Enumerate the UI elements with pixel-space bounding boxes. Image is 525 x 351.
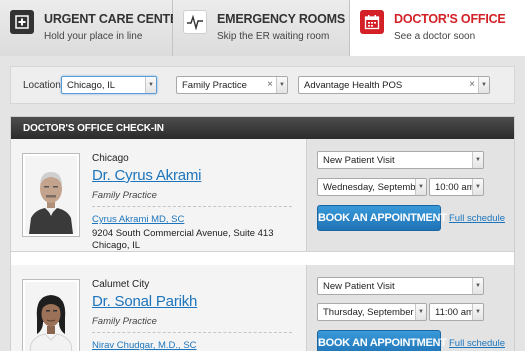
practice-link[interactable]: Cyrus Akrami MD, SC: [92, 214, 184, 225]
location-select[interactable]: Chicago, IL ▼: [61, 76, 157, 94]
chevron-down-icon: ▼: [472, 304, 483, 320]
doctors-office-checkin-section: DOCTOR'S OFFICE CHECK-IN Chicago Dr. Cyr…: [10, 116, 515, 351]
visit-type-select[interactable]: New Patient Visit ▼: [317, 277, 484, 295]
search-filter-bar: Location: Chicago, IL ▼ Family Practice …: [10, 66, 515, 104]
time-value: 10:00 am: [435, 182, 475, 193]
chevron-down-icon: ▼: [415, 304, 426, 320]
clear-insurance-icon[interactable]: ×: [469, 79, 475, 90]
doctor-name-link[interactable]: Dr. Cyrus Akrami: [92, 167, 202, 184]
chevron-down-icon: ▼: [415, 179, 426, 195]
divider: [92, 332, 292, 333]
tab-subtitle: Hold your place in line: [44, 31, 143, 42]
doctor-name-link[interactable]: Dr. Sonal Parikh: [92, 293, 197, 310]
time-select[interactable]: 11:00 am ▼: [429, 303, 484, 321]
doctor-photo: [22, 153, 80, 237]
date-value: Wednesday, September...: [323, 182, 427, 193]
specialty-value: Family Practice: [182, 80, 247, 91]
heartbeat-icon: [183, 10, 207, 34]
specialty-select[interactable]: Family Practice × ▼: [176, 76, 288, 94]
clear-specialty-icon[interactable]: ×: [267, 79, 273, 90]
section-title: DOCTOR'S OFFICE CHECK-IN: [11, 117, 514, 139]
chevron-down-icon: ▼: [472, 152, 483, 168]
tab-title: DOCTOR'S OFFICE: [394, 12, 506, 26]
visit-type-value: New Patient Visit: [323, 281, 395, 292]
date-select[interactable]: Thursday, September 20 ▼: [317, 303, 427, 321]
book-appointment-button[interactable]: BOOK AN APPOINTMENT: [317, 330, 447, 351]
insurance-select[interactable]: Advantage Health POS × ▼: [298, 76, 490, 94]
divider: [92, 206, 292, 207]
tab-subtitle: Skip the ER waiting room: [217, 31, 330, 42]
doctor-card: Calumet City Dr. Sonal Parikh Family Pra…: [11, 265, 514, 351]
location-value: Chicago, IL: [67, 80, 116, 91]
address-line: 9204 South Commercial Avenue, Suite 413: [92, 228, 274, 239]
doctor-city: Calumet City: [92, 279, 150, 290]
full-schedule-link[interactable]: Full schedule: [449, 213, 505, 224]
time-value: 11:00 am: [435, 307, 474, 318]
tab-urgent-care[interactable]: URGENT CARE CENTERS Hold your place in l…: [0, 0, 195, 56]
chevron-down-icon: ▼: [478, 77, 489, 93]
chevron-down-icon: ▼: [472, 278, 483, 294]
tab-emergency-rooms[interactable]: EMERGENCY ROOMS Skip the ER waiting room: [173, 0, 350, 56]
date-select[interactable]: Wednesday, September... ▼: [317, 178, 427, 196]
doctor-specialty: Family Practice: [92, 190, 157, 201]
booking-panel: New Patient Visit ▼ Wednesday, September…: [306, 139, 514, 251]
care-type-tabs: URGENT CARE CENTERS Hold your place in l…: [0, 0, 525, 56]
location-label: Location:: [23, 80, 64, 91]
chevron-down-icon: ▼: [472, 179, 483, 195]
doctor-photo: [22, 279, 80, 351]
chevron-down-icon: ▼: [276, 77, 287, 93]
booking-panel: New Patient Visit ▼ Thursday, September …: [306, 265, 514, 351]
full-schedule-link[interactable]: Full schedule: [449, 338, 505, 349]
date-value: Thursday, September 20: [323, 307, 427, 318]
insurance-value: Advantage Health POS: [304, 80, 403, 91]
chevron-down-icon: ▼: [145, 77, 156, 93]
book-appointment-button[interactable]: BOOK AN APPOINTMENT: [317, 205, 447, 231]
time-select[interactable]: 10:00 am ▼: [429, 178, 484, 196]
visit-type-select[interactable]: New Patient Visit ▼: [317, 151, 484, 169]
calendar-icon: [360, 10, 384, 34]
address-city: Chicago, IL: [92, 240, 141, 251]
visit-type-value: New Patient Visit: [323, 155, 395, 166]
tab-doctors-office[interactable]: DOCTOR'S OFFICE See a doctor soon: [350, 0, 525, 56]
tab-subtitle: See a doctor soon: [394, 31, 476, 42]
doctor-specialty: Family Practice: [92, 316, 157, 327]
plus-icon: [10, 10, 34, 34]
doctor-card: Chicago Dr. Cyrus Akrami Family Practice…: [11, 139, 514, 252]
doctor-city: Chicago: [92, 153, 129, 164]
practice-link[interactable]: Nirav Chudgar, M.D., SC: [92, 340, 197, 351]
tab-title: EMERGENCY ROOMS: [217, 12, 346, 26]
